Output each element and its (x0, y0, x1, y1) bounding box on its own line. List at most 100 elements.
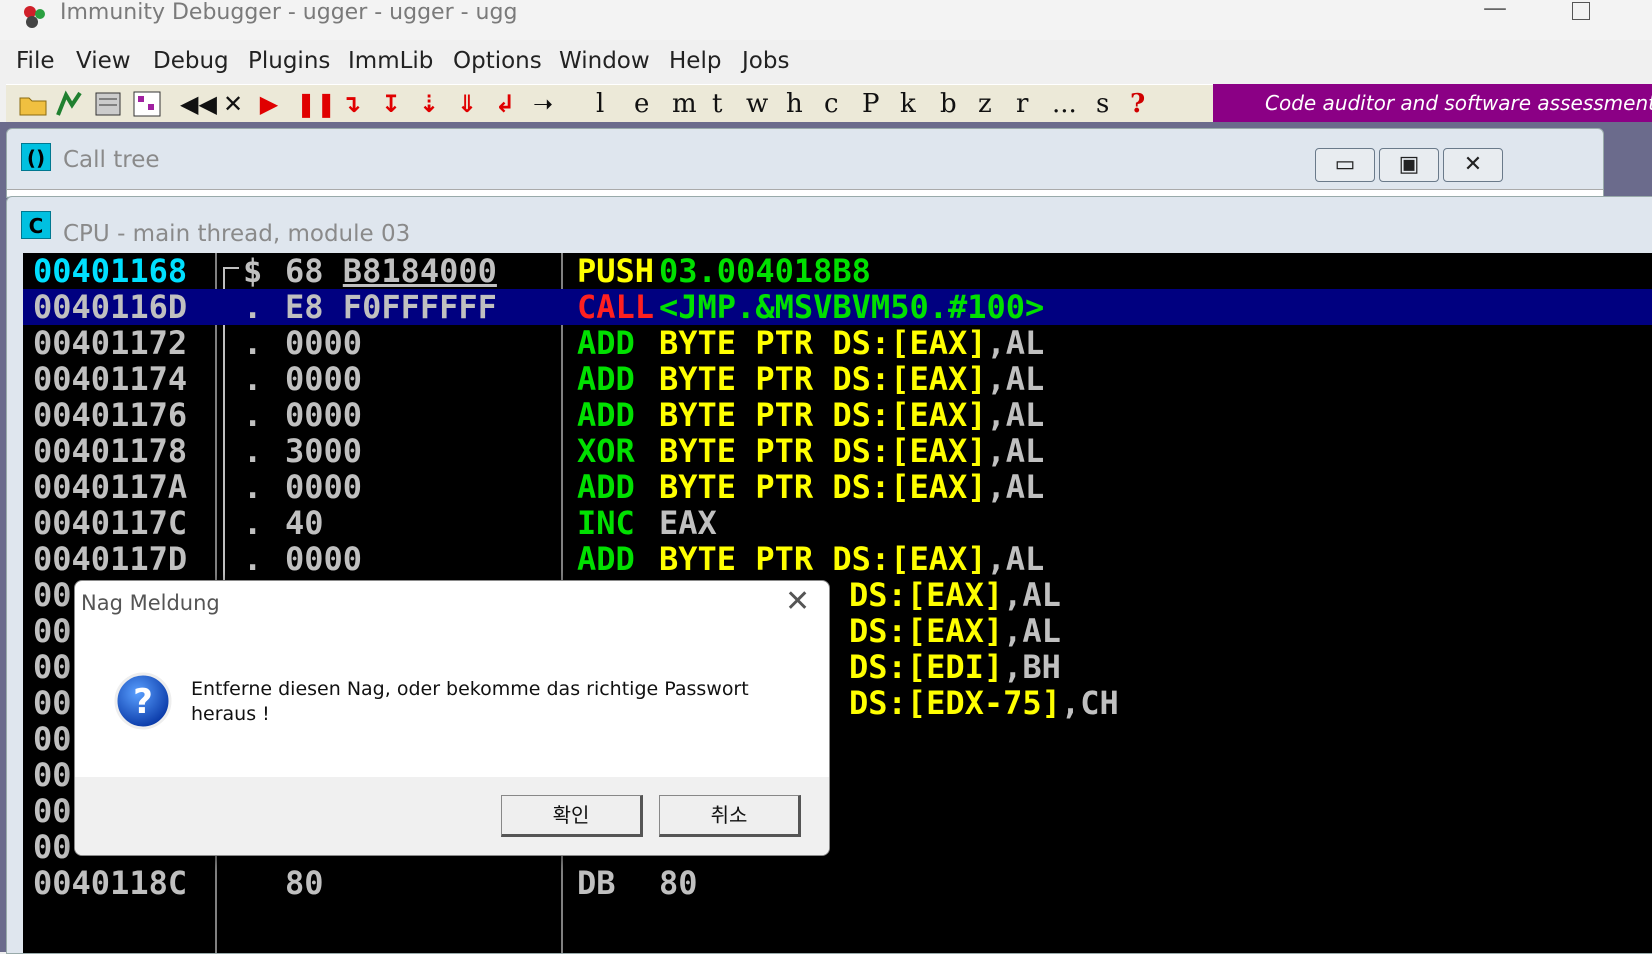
menu-file[interactable]: File (16, 40, 55, 82)
toolbar-log-button[interactable]: l (596, 87, 604, 121)
disasm-row[interactable]: 0040117C. 40 INC EAX (23, 505, 1652, 541)
toolbar-source-button[interactable]: s (1096, 87, 1109, 121)
title-bar: Immunity Debugger - ugger - ugger - ugg … (0, 0, 1652, 40)
disasm-marker: . (243, 324, 263, 362)
menu-options[interactable]: Options (453, 40, 542, 82)
disasm-operand: BYTE PTR DS:[EAX],AL (659, 540, 1045, 578)
disasm-row[interactable]: 0040117D. 0000 ADD BYTE PTR DS:[EAX],AL (23, 541, 1652, 577)
minimize-button[interactable]: — (1470, 0, 1520, 30)
toolbar-help-button[interactable]: ? (1130, 87, 1145, 121)
disasm-hex: 68 B8184000 (285, 253, 497, 290)
close-program-icon[interactable]: ✕ (220, 89, 246, 119)
disasm-address: 00401174 (33, 360, 188, 398)
disasm-mnemonic: ADD (577, 324, 635, 362)
disasm-address: 00 (33, 792, 72, 830)
disasm-hex: 0000 (285, 540, 363, 578)
auditor-banner[interactable]: Code auditor and software assessment spe… (1213, 84, 1652, 122)
calltree-content (7, 189, 1603, 196)
cpu-title: CPU - main thread, module 03 (63, 221, 411, 247)
question-icon: ? (114, 672, 172, 730)
disasm-operand: <JMP.&MSVBVM50.#100> (659, 288, 1045, 326)
disasm-address: 00401172 (33, 324, 188, 362)
disasm-operand: BYTE PTR DS:[EAX],AL (659, 396, 1045, 434)
cpu-window-icon: C (21, 211, 51, 239)
menu-debug[interactable]: Debug (153, 40, 229, 82)
toolbar-patches-button[interactable]: P (862, 87, 880, 121)
attach-process-icon[interactable] (54, 89, 84, 119)
memory-map-icon[interactable] (132, 89, 162, 119)
disasm-row[interactable]: 00401178. 3000 XOR BYTE PTR DS:[EAX],AL (23, 433, 1652, 469)
disasm-operand: BYTE PTR DS:[EAX],AL (659, 432, 1045, 470)
disasm-operand: DS:[EDX-75],CH (849, 684, 1119, 722)
menu-help[interactable]: Help (669, 40, 721, 82)
step-into-icon[interactable]: ↴ (336, 89, 366, 119)
calltree-minimize-button[interactable]: ▭ (1315, 148, 1375, 182)
toolbar-r-button[interactable]: r (1016, 87, 1028, 121)
disasm-address: 00 (33, 756, 72, 794)
open-folder-icon[interactable] (18, 89, 48, 119)
disasm-hex: 40 (285, 504, 324, 542)
restart-icon[interactable]: ◀◀ (180, 89, 217, 119)
dialog-close-button[interactable]: ✕ (785, 587, 810, 617)
dialog-message: Entferne diesen Nag, oder bekomme das ri… (191, 678, 749, 725)
trace-over-icon[interactable]: ⇓ (452, 89, 482, 119)
pause-icon[interactable]: ❚❚ (296, 89, 336, 119)
disasm-hex: 80 (285, 864, 324, 902)
disasm-row[interactable]: 00401168 $68 B8184000 PUSH 03.004018B8 (23, 253, 1652, 289)
toolbar-windows-button[interactable]: w (746, 87, 768, 121)
menu-plugins[interactable]: Plugins (248, 40, 330, 82)
calltree-close-button[interactable]: ✕ (1443, 148, 1503, 182)
go-to-icon[interactable]: ➝ (528, 89, 558, 119)
disasm-address: 00 (33, 612, 72, 650)
disasm-address: 00 (33, 720, 72, 758)
disasm-marker: . (243, 396, 263, 434)
disasm-address: 00401178 (33, 432, 188, 470)
calltree-window-icon: () (21, 143, 51, 171)
disasm-operand: BYTE PTR DS:[EAX],AL (659, 468, 1045, 506)
menu-view[interactable]: View (76, 40, 131, 82)
run-icon[interactable]: ▶ (256, 89, 282, 119)
toolbar-callstack-button[interactable]: k (900, 87, 916, 121)
disasm-hex: 3000 (285, 432, 363, 470)
disasm-row[interactable]: 0040117A. 0000 ADD BYTE PTR DS:[EAX],AL (23, 469, 1652, 505)
disasm-marker: $ (243, 253, 263, 290)
toolbar-breakpoints-button[interactable]: b (940, 87, 957, 121)
disasm-hex: 0000 (285, 396, 363, 434)
disasm-mnemonic: ADD (577, 396, 635, 434)
toolbar-z-button[interactable]: z (978, 87, 992, 121)
toolbar-modules-button[interactable]: e (634, 87, 649, 121)
menu-bar: File View Debug Plugins ImmLib Options W… (0, 40, 1652, 82)
calltree-window[interactable]: () Call tree ▭ ▣ ✕ (6, 128, 1604, 198)
trace-into-icon[interactable]: ⇣ (414, 89, 444, 119)
disasm-marker: . (243, 504, 263, 542)
disasm-row[interactable]: 00401176. 0000 ADD BYTE PTR DS:[EAX],AL (23, 397, 1652, 433)
disasm-row[interactable]: 00401172. 0000 ADD BYTE PTR DS:[EAX],AL (23, 325, 1652, 361)
menu-jobs[interactable]: Jobs (742, 40, 789, 82)
disasm-operand: EAX (659, 504, 717, 542)
execute-till-return-icon[interactable]: ↲ (490, 89, 520, 119)
window-list-icon[interactable] (94, 89, 122, 119)
disasm-row[interactable]: 00401174. 0000 ADD BYTE PTR DS:[EAX],AL (23, 361, 1652, 397)
disasm-hex: 0000 (285, 468, 363, 506)
toolbar-handles-button[interactable]: h (786, 87, 803, 121)
cancel-button[interactable]: 취소 (659, 795, 801, 837)
svg-text:?: ? (133, 682, 153, 722)
maximize-button[interactable] (1572, 2, 1590, 20)
menu-window[interactable]: Window (559, 40, 650, 82)
disasm-address: 0040117D (33, 540, 188, 578)
disasm-address: 00401168 (33, 253, 188, 290)
disasm-address: 00 (33, 576, 72, 614)
nag-dialog[interactable]: Nag Meldung ✕ ? Entferne diesen Nag, ode… (74, 580, 830, 856)
toolbar-threads-button[interactable]: t (712, 87, 722, 121)
disasm-row[interactable]: 0040116D. E8 F0FFFFFF CALL <JMP.&MSVBVM50.#… (23, 289, 1652, 325)
toolbar-more-button[interactable]: ... (1052, 87, 1077, 121)
toolbar-memory-button[interactable]: m (672, 87, 697, 121)
step-over-icon[interactable]: ↧ (376, 89, 406, 119)
disasm-address: 0040117C (33, 504, 188, 542)
toolbar-cpu-button[interactable]: c (824, 87, 839, 121)
ok-button[interactable]: 확인 (501, 795, 643, 837)
disasm-mnemonic: ADD (577, 360, 635, 398)
disasm-row[interactable]: 0040118C 80 DB 80 (23, 865, 1652, 901)
calltree-restore-button[interactable]: ▣ (1379, 148, 1439, 182)
menu-immlib[interactable]: ImmLib (348, 40, 433, 82)
